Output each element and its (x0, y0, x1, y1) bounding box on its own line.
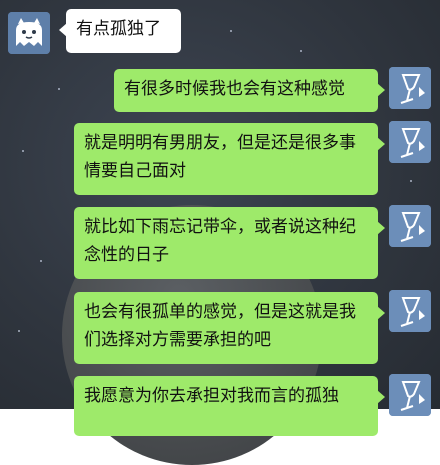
wine-glass-avatar-icon (389, 374, 431, 416)
star (18, 330, 20, 332)
star (40, 260, 42, 262)
incoming-message-bubble[interactable]: 有点孤独了 (59, 9, 181, 53)
outgoing-message-bubble[interactable]: 有很多时候我也会有这种感觉 (114, 69, 385, 112)
star (410, 180, 412, 182)
self-avatar[interactable] (389, 121, 431, 163)
self-avatar[interactable] (389, 67, 431, 109)
star (300, 50, 302, 52)
wine-glass-avatar-icon (389, 67, 431, 109)
self-avatar[interactable] (389, 374, 431, 416)
outgoing-message-bubble[interactable]: 就比如下雨忘记带伞，或者说这种纪念性的日子 (74, 207, 385, 279)
contact-avatar[interactable] (8, 12, 50, 54)
star (230, 30, 232, 32)
star (58, 88, 60, 90)
wine-glass-avatar-icon (389, 121, 431, 163)
outgoing-message-bubble[interactable]: 就是明明有男朋友，但是还是很多事情要自己面对 (74, 123, 385, 195)
self-avatar[interactable] (389, 290, 431, 332)
self-avatar[interactable] (389, 205, 431, 247)
wine-glass-avatar-icon (389, 205, 431, 247)
outgoing-message-bubble[interactable]: 我愿意为你去承担对我而言的孤独 (74, 376, 385, 436)
outgoing-message-bubble[interactable]: 也会有很孤单的感觉，但是这就是我们选择对方需要承担的吧 (74, 292, 385, 364)
wine-glass-avatar-icon (389, 290, 431, 332)
cat-ghost-avatar-icon (8, 12, 50, 54)
star (22, 150, 24, 152)
